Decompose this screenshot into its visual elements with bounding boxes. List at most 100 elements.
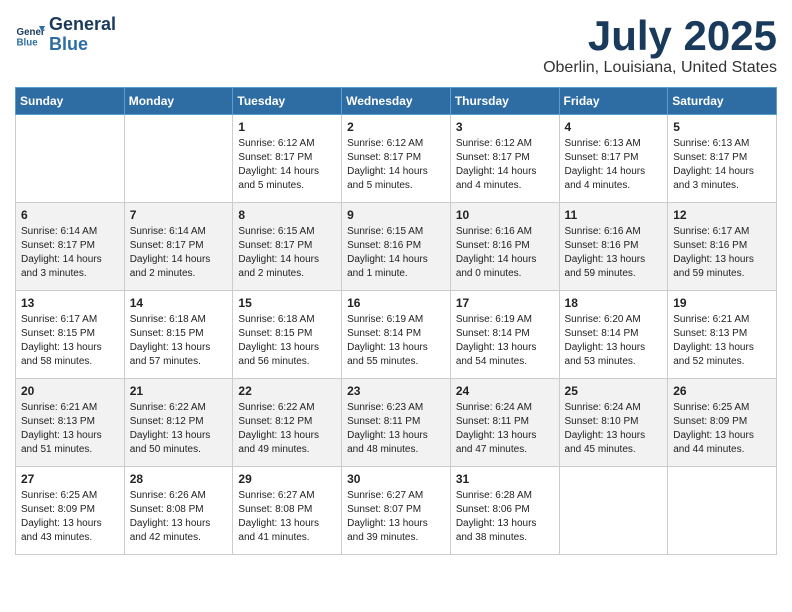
calendar-day-cell: 31 Sunrise: 6:28 AMSunset: 8:06 PMDayligh… xyxy=(450,467,559,555)
day-detail-text: Sunrise: 6:13 AM xyxy=(673,137,771,151)
day-detail-text: Sunset: 8:10 PM xyxy=(565,415,663,429)
calendar-day-cell: 6Sunrise: 6:14 AMSunset: 8:17 PMDaylight… xyxy=(16,203,125,291)
day-detail-text: Daylight: 13 hours xyxy=(456,341,554,355)
day-detail-text: Sunset: 8:17 PM xyxy=(456,151,554,165)
day-number: 31 xyxy=(456,471,554,487)
day-detail-text: Daylight: 13 hours xyxy=(238,341,336,355)
day-detail-text: and 5 minutes. xyxy=(238,179,336,193)
calendar-table: SundayMondayTuesdayWednesdayThursdayFrid… xyxy=(15,87,777,555)
day-detail-text: Daylight: 13 hours xyxy=(21,517,119,531)
day-detail-text: and 3 minutes. xyxy=(673,179,771,193)
day-detail-text: and 5 minutes. xyxy=(347,179,445,193)
day-detail-text: Sunset: 8:11 PM xyxy=(347,415,445,429)
day-detail-text: and 41 minutes. xyxy=(238,531,336,545)
day-detail-text: Sunrise: 6:23 AM xyxy=(347,401,445,415)
day-detail-text: Daylight: 13 hours xyxy=(456,429,554,443)
day-detail-text: Sunset: 8:16 PM xyxy=(673,239,771,253)
day-number: 13 xyxy=(21,295,119,311)
day-detail-text: Daylight: 13 hours xyxy=(238,429,336,443)
calendar-day-cell: 20Sunrise: 6:21 AMSunset: 8:13 PMDayligh… xyxy=(16,379,125,467)
day-detail-text: and 57 minutes. xyxy=(130,355,228,369)
day-detail-text: Daylight: 14 hours xyxy=(456,165,554,179)
day-detail-text: Sunset: 8:06 PM xyxy=(456,503,554,517)
day-detail-text: Sunset: 8:08 PM xyxy=(238,503,336,517)
calendar-day-cell: 30Sunrise: 6:27 AMSunset: 8:07 PMDayligh… xyxy=(342,467,451,555)
day-detail-text: Daylight: 13 hours xyxy=(565,253,663,267)
calendar-day-cell: 28Sunrise: 6:26 AMSunset: 8:08 PMDayligh… xyxy=(124,467,233,555)
day-detail-text: and 59 minutes. xyxy=(565,267,663,281)
calendar-day-cell: 21Sunrise: 6:22 AMSunset: 8:12 PMDayligh… xyxy=(124,379,233,467)
day-number: 12 xyxy=(673,207,771,223)
day-detail-text: Sunrise: 6:25 AM xyxy=(673,401,771,415)
day-number: 20 xyxy=(21,383,119,399)
day-detail-text: Sunset: 8:16 PM xyxy=(347,239,445,253)
day-number: 27 xyxy=(21,471,119,487)
day-detail-text: Sunset: 8:09 PM xyxy=(673,415,771,429)
day-detail-text: Sunset: 8:17 PM xyxy=(238,151,336,165)
day-detail-text: Sunset: 8:08 PM xyxy=(130,503,228,517)
day-number: 4 xyxy=(565,119,663,135)
location-label: Oberlin, Louisiana, United States xyxy=(543,59,777,77)
calendar-day-cell: 14Sunrise: 6:18 AMSunset: 8:15 PMDayligh… xyxy=(124,291,233,379)
calendar-day-cell: 25 Sunrise: 6:24 AMSunset: 8:10 PMDayligh… xyxy=(559,379,668,467)
calendar-week-row: 1Sunrise: 6:12 AMSunset: 8:17 PMDaylight… xyxy=(16,115,777,203)
svg-text:Blue: Blue xyxy=(17,37,39,48)
day-detail-text: and 2 minutes. xyxy=(130,267,228,281)
day-detail-text: Daylight: 13 hours xyxy=(130,341,228,355)
day-detail-text: Daylight: 14 hours xyxy=(238,253,336,267)
day-detail-text: and 53 minutes. xyxy=(565,355,663,369)
day-detail-text: and 45 minutes. xyxy=(565,443,663,457)
day-detail-text: Sunset: 8:17 PM xyxy=(673,151,771,165)
day-detail-text: and 4 minutes. xyxy=(565,179,663,193)
day-detail-text: and 3 minutes. xyxy=(21,267,119,281)
day-detail-text: Daylight: 13 hours xyxy=(673,253,771,267)
day-detail-text: and 50 minutes. xyxy=(130,443,228,457)
day-detail-text: Sunrise: 6:28 AM xyxy=(456,489,554,503)
day-detail-text: Daylight: 14 hours xyxy=(130,253,228,267)
logo-text-line1: General xyxy=(49,15,116,35)
day-detail-text: Sunset: 8:16 PM xyxy=(456,239,554,253)
day-detail-text: Sunrise: 6:20 AM xyxy=(565,313,663,327)
calendar-day-cell: 4Sunrise: 6:13 AMSunset: 8:17 PMDaylight… xyxy=(559,115,668,203)
calendar-day-cell: 27Sunrise: 6:25 AMSunset: 8:09 PMDayligh… xyxy=(16,467,125,555)
day-number: 1 xyxy=(238,119,336,135)
day-detail-text: Sunrise: 6:13 AM xyxy=(565,137,663,151)
calendar-day-cell: 2Sunrise: 6:12 AMSunset: 8:17 PMDaylight… xyxy=(342,115,451,203)
day-detail-text: and 54 minutes. xyxy=(456,355,554,369)
day-detail-text: and 49 minutes. xyxy=(238,443,336,457)
day-detail-text: Daylight: 14 hours xyxy=(565,165,663,179)
day-detail-text: Daylight: 13 hours xyxy=(565,429,663,443)
calendar-day-cell xyxy=(559,467,668,555)
day-detail-text: and 38 minutes. xyxy=(456,531,554,545)
title-area: July 2025 Oberlin, Louisiana, United Sta… xyxy=(543,15,777,77)
day-detail-text: and 39 minutes. xyxy=(347,531,445,545)
calendar-week-row: 20Sunrise: 6:21 AMSunset: 8:13 PMDayligh… xyxy=(16,379,777,467)
day-number: 19 xyxy=(673,295,771,311)
day-detail-text: Sunrise: 6:17 AM xyxy=(673,225,771,239)
calendar-day-cell: 23Sunrise: 6:23 AMSunset: 8:11 PMDayligh… xyxy=(342,379,451,467)
day-number: 22 xyxy=(238,383,336,399)
day-number: 25 xyxy=(565,383,663,399)
calendar-day-cell: 18Sunrise: 6:20 AMSunset: 8:14 PMDayligh… xyxy=(559,291,668,379)
day-detail-text: Sunrise: 6:24 AM xyxy=(565,401,663,415)
day-number: 17 xyxy=(456,295,554,311)
day-detail-text: Sunrise: 6:21 AM xyxy=(21,401,119,415)
calendar-day-cell: 11Sunrise: 6:16 AMSunset: 8:16 PMDayligh… xyxy=(559,203,668,291)
day-detail-text: Sunrise: 6:19 AM xyxy=(347,313,445,327)
calendar-day-cell: 17Sunrise: 6:19 AMSunset: 8:14 PMDayligh… xyxy=(450,291,559,379)
day-detail-text: Sunset: 8:14 PM xyxy=(347,327,445,341)
day-number: 29 xyxy=(238,471,336,487)
day-detail-text: Sunrise: 6:14 AM xyxy=(21,225,119,239)
day-detail-text: and 55 minutes. xyxy=(347,355,445,369)
day-number: 23 xyxy=(347,383,445,399)
day-detail-text: Daylight: 13 hours xyxy=(130,429,228,443)
day-detail-text: Sunrise: 6:12 AM xyxy=(456,137,554,151)
day-detail-text: Daylight: 13 hours xyxy=(456,517,554,531)
day-detail-text: Sunrise: 6:17 AM xyxy=(21,313,119,327)
day-detail-text: Sunset: 8:15 PM xyxy=(130,327,228,341)
calendar-day-cell: 10Sunrise: 6:16 AMSunset: 8:16 PMDayligh… xyxy=(450,203,559,291)
day-detail-text: and 42 minutes. xyxy=(130,531,228,545)
day-detail-text: Sunrise: 6:19 AM xyxy=(456,313,554,327)
day-detail-text: and 0 minutes. xyxy=(456,267,554,281)
calendar-week-row: 13Sunrise: 6:17 AMSunset: 8:15 PMDayligh… xyxy=(16,291,777,379)
